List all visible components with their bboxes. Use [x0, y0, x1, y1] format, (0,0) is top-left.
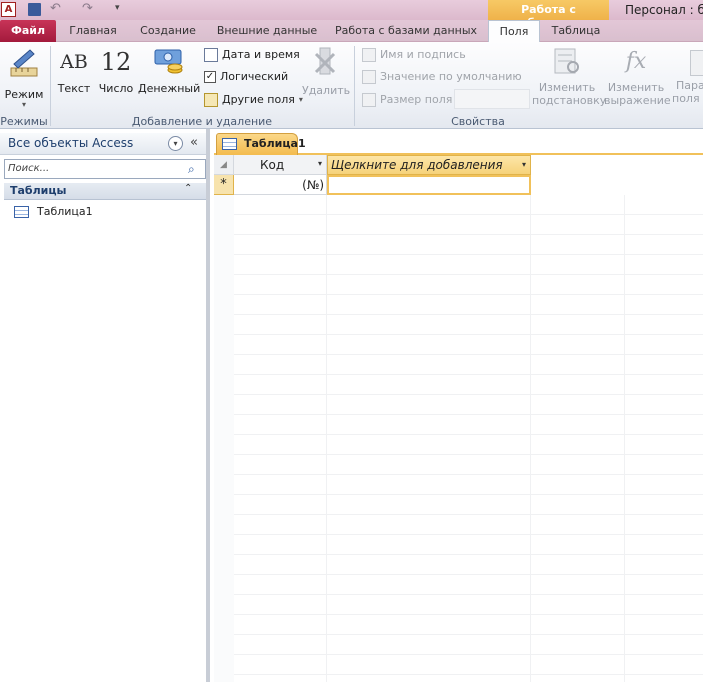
autonumber-placeholder: (№)	[302, 178, 324, 192]
default-value-icon	[362, 70, 376, 84]
delete-field-label: Удалить	[302, 84, 351, 97]
datasheet-area: Таблица1 ◢ Код ▾ Щелкните для добавления…	[214, 129, 703, 682]
name-caption-icon	[362, 48, 376, 62]
nav-menu-icon[interactable]: ▾	[168, 136, 183, 151]
currency-icon	[154, 49, 183, 74]
modify-lookups-label-1: Изменить	[538, 81, 596, 94]
cell-id-new[interactable]: (№)	[234, 175, 327, 195]
modify-expression-label-1: Изменить	[607, 81, 665, 94]
text-field-icon: AB	[60, 51, 88, 73]
nav-section-tables[interactable]: Таблицы ⌃	[4, 183, 206, 200]
nav-header[interactable]: Все объекты Access ▾ «	[0, 133, 206, 155]
redo-icon[interactable]: ↷	[82, 2, 98, 16]
save-icon[interactable]	[28, 3, 41, 16]
field-size-icon	[362, 93, 376, 107]
row-selector-column	[214, 195, 234, 682]
table-icon	[14, 205, 29, 218]
modify-lookups-icon	[554, 48, 579, 74]
properties-group-label: Свойства	[451, 115, 505, 128]
collapse-section-icon[interactable]: ⌃	[184, 183, 192, 194]
more-fields-icon	[204, 93, 218, 107]
column-header-add-label: Щелкните для добавления	[331, 158, 503, 172]
section-title: Таблицы	[10, 184, 67, 197]
memo-settings-label-1: Пара	[676, 79, 703, 92]
doc-tab-label: Таблица1	[244, 137, 306, 150]
more-fields-button[interactable]: Другие поля ▾	[204, 91, 303, 109]
modify-lookups-label-2: подстановку	[532, 94, 607, 107]
number-field-icon: 12	[100, 48, 132, 76]
add-column-dropdown-icon[interactable]: ▾	[522, 160, 526, 169]
field-size-row: Размер поля	[362, 91, 452, 109]
calendar-icon	[204, 48, 218, 62]
title-bar: A ↶ ↷ ▾ Работа с таблицами Персонал : ба	[0, 0, 703, 29]
memo-settings-button[interactable]: Пара поля I	[670, 46, 703, 112]
ribbon-tabs: Файл Главная Создание Внешние данные Раб…	[0, 20, 703, 43]
more-fields-label: Другие поля	[222, 93, 295, 106]
datetime-field-label: Дата и время	[222, 48, 300, 61]
customize-qat-icon[interactable]: ▾	[115, 2, 125, 14]
row-selector-new[interactable]: *	[214, 175, 234, 195]
checkbox-icon: ✓	[204, 71, 216, 83]
tab-table[interactable]: Таблица	[542, 20, 610, 42]
column-header-add[interactable]: Щелкните для добавления ▾	[327, 155, 531, 175]
empty-grid	[214, 195, 703, 682]
nav-search-input[interactable]: Поиск... ⌕	[4, 159, 206, 179]
memo-settings-icon	[690, 50, 703, 76]
ribbon: Режим ▾ Режимы AB Текст 12 Число Денежны…	[0, 42, 703, 129]
group-separator	[354, 46, 355, 126]
fx-icon: fx	[625, 49, 647, 74]
delete-column-icon	[314, 47, 336, 75]
currency-field-button[interactable]: Денежный	[138, 46, 200, 100]
ruler-pencil-icon	[10, 49, 38, 77]
tab-database-tools[interactable]: Работа с базами данных	[330, 20, 482, 42]
collapse-pane-icon[interactable]: «	[190, 135, 204, 151]
field-size-input[interactable]	[454, 89, 530, 109]
number-field-label: Число	[98, 82, 134, 95]
select-all-corner[interactable]: ◢	[214, 155, 234, 175]
memo-settings-label-2: поля I	[672, 92, 703, 105]
number-field-button[interactable]: 12 Число	[97, 46, 135, 100]
undo-icon[interactable]: ↶	[50, 2, 66, 16]
search-icon[interactable]: ⌕	[188, 162, 202, 176]
new-record-marker: *	[220, 177, 227, 192]
text-field-button[interactable]: AB Текст	[56, 46, 92, 100]
access-app-icon[interactable]: A	[1, 2, 16, 17]
boolean-field-label: Логический	[220, 70, 289, 83]
tab-home[interactable]: Главная	[60, 20, 126, 42]
column-header-id[interactable]: Код ▾	[234, 155, 327, 175]
field-size-label: Размер поля	[380, 93, 453, 106]
modify-expression-label-2: выражение	[604, 94, 671, 107]
default-value-label: Значение по умолчанию	[380, 70, 522, 83]
nav-item-table1[interactable]: Таблица1	[14, 203, 93, 220]
view-dropdown-icon: ▾	[21, 100, 26, 109]
delete-field-button[interactable]: Удалить	[302, 46, 350, 100]
cell-add-new[interactable]	[327, 175, 531, 195]
add-delete-group-label: Добавление и удаление	[131, 115, 273, 128]
window-title: Персонал : ба	[625, 3, 703, 17]
column-header-id-label: Код	[260, 158, 285, 172]
tab-create[interactable]: Создание	[130, 20, 206, 42]
name-caption-button[interactable]: Имя и подпись	[362, 46, 466, 64]
views-group-label: Режимы	[0, 115, 48, 128]
tab-external-data[interactable]: Внешние данные	[210, 20, 324, 42]
currency-field-label: Денежный	[138, 82, 201, 95]
nav-item-label: Таблица1	[37, 205, 93, 218]
table-tab-icon	[222, 138, 237, 150]
group-separator	[50, 46, 51, 126]
navigation-pane: Все объекты Access ▾ « Поиск... ⌕ Таблиц…	[0, 129, 210, 682]
boolean-field-button[interactable]: ✓ Логический	[204, 68, 288, 86]
name-caption-label: Имя и подпись	[380, 48, 466, 61]
search-placeholder: Поиск...	[8, 163, 50, 174]
nav-title: Все объекты Access	[8, 136, 134, 150]
view-button[interactable]: Режим ▾	[2, 46, 46, 112]
text-field-label: Текст	[57, 82, 91, 95]
datetime-field-button[interactable]: Дата и время	[204, 46, 300, 64]
modify-expression-button[interactable]: fx Изменить выражение	[604, 46, 671, 112]
column-dropdown-icon[interactable]: ▾	[318, 159, 322, 168]
modify-lookups-button[interactable]: Изменить подстановку	[532, 46, 607, 112]
default-value-button[interactable]: Значение по умолчанию	[362, 68, 522, 86]
doc-tab-table1[interactable]: Таблица1	[216, 133, 306, 155]
tab-fields[interactable]: Поля	[488, 20, 540, 43]
tab-file[interactable]: Файл	[0, 20, 56, 42]
